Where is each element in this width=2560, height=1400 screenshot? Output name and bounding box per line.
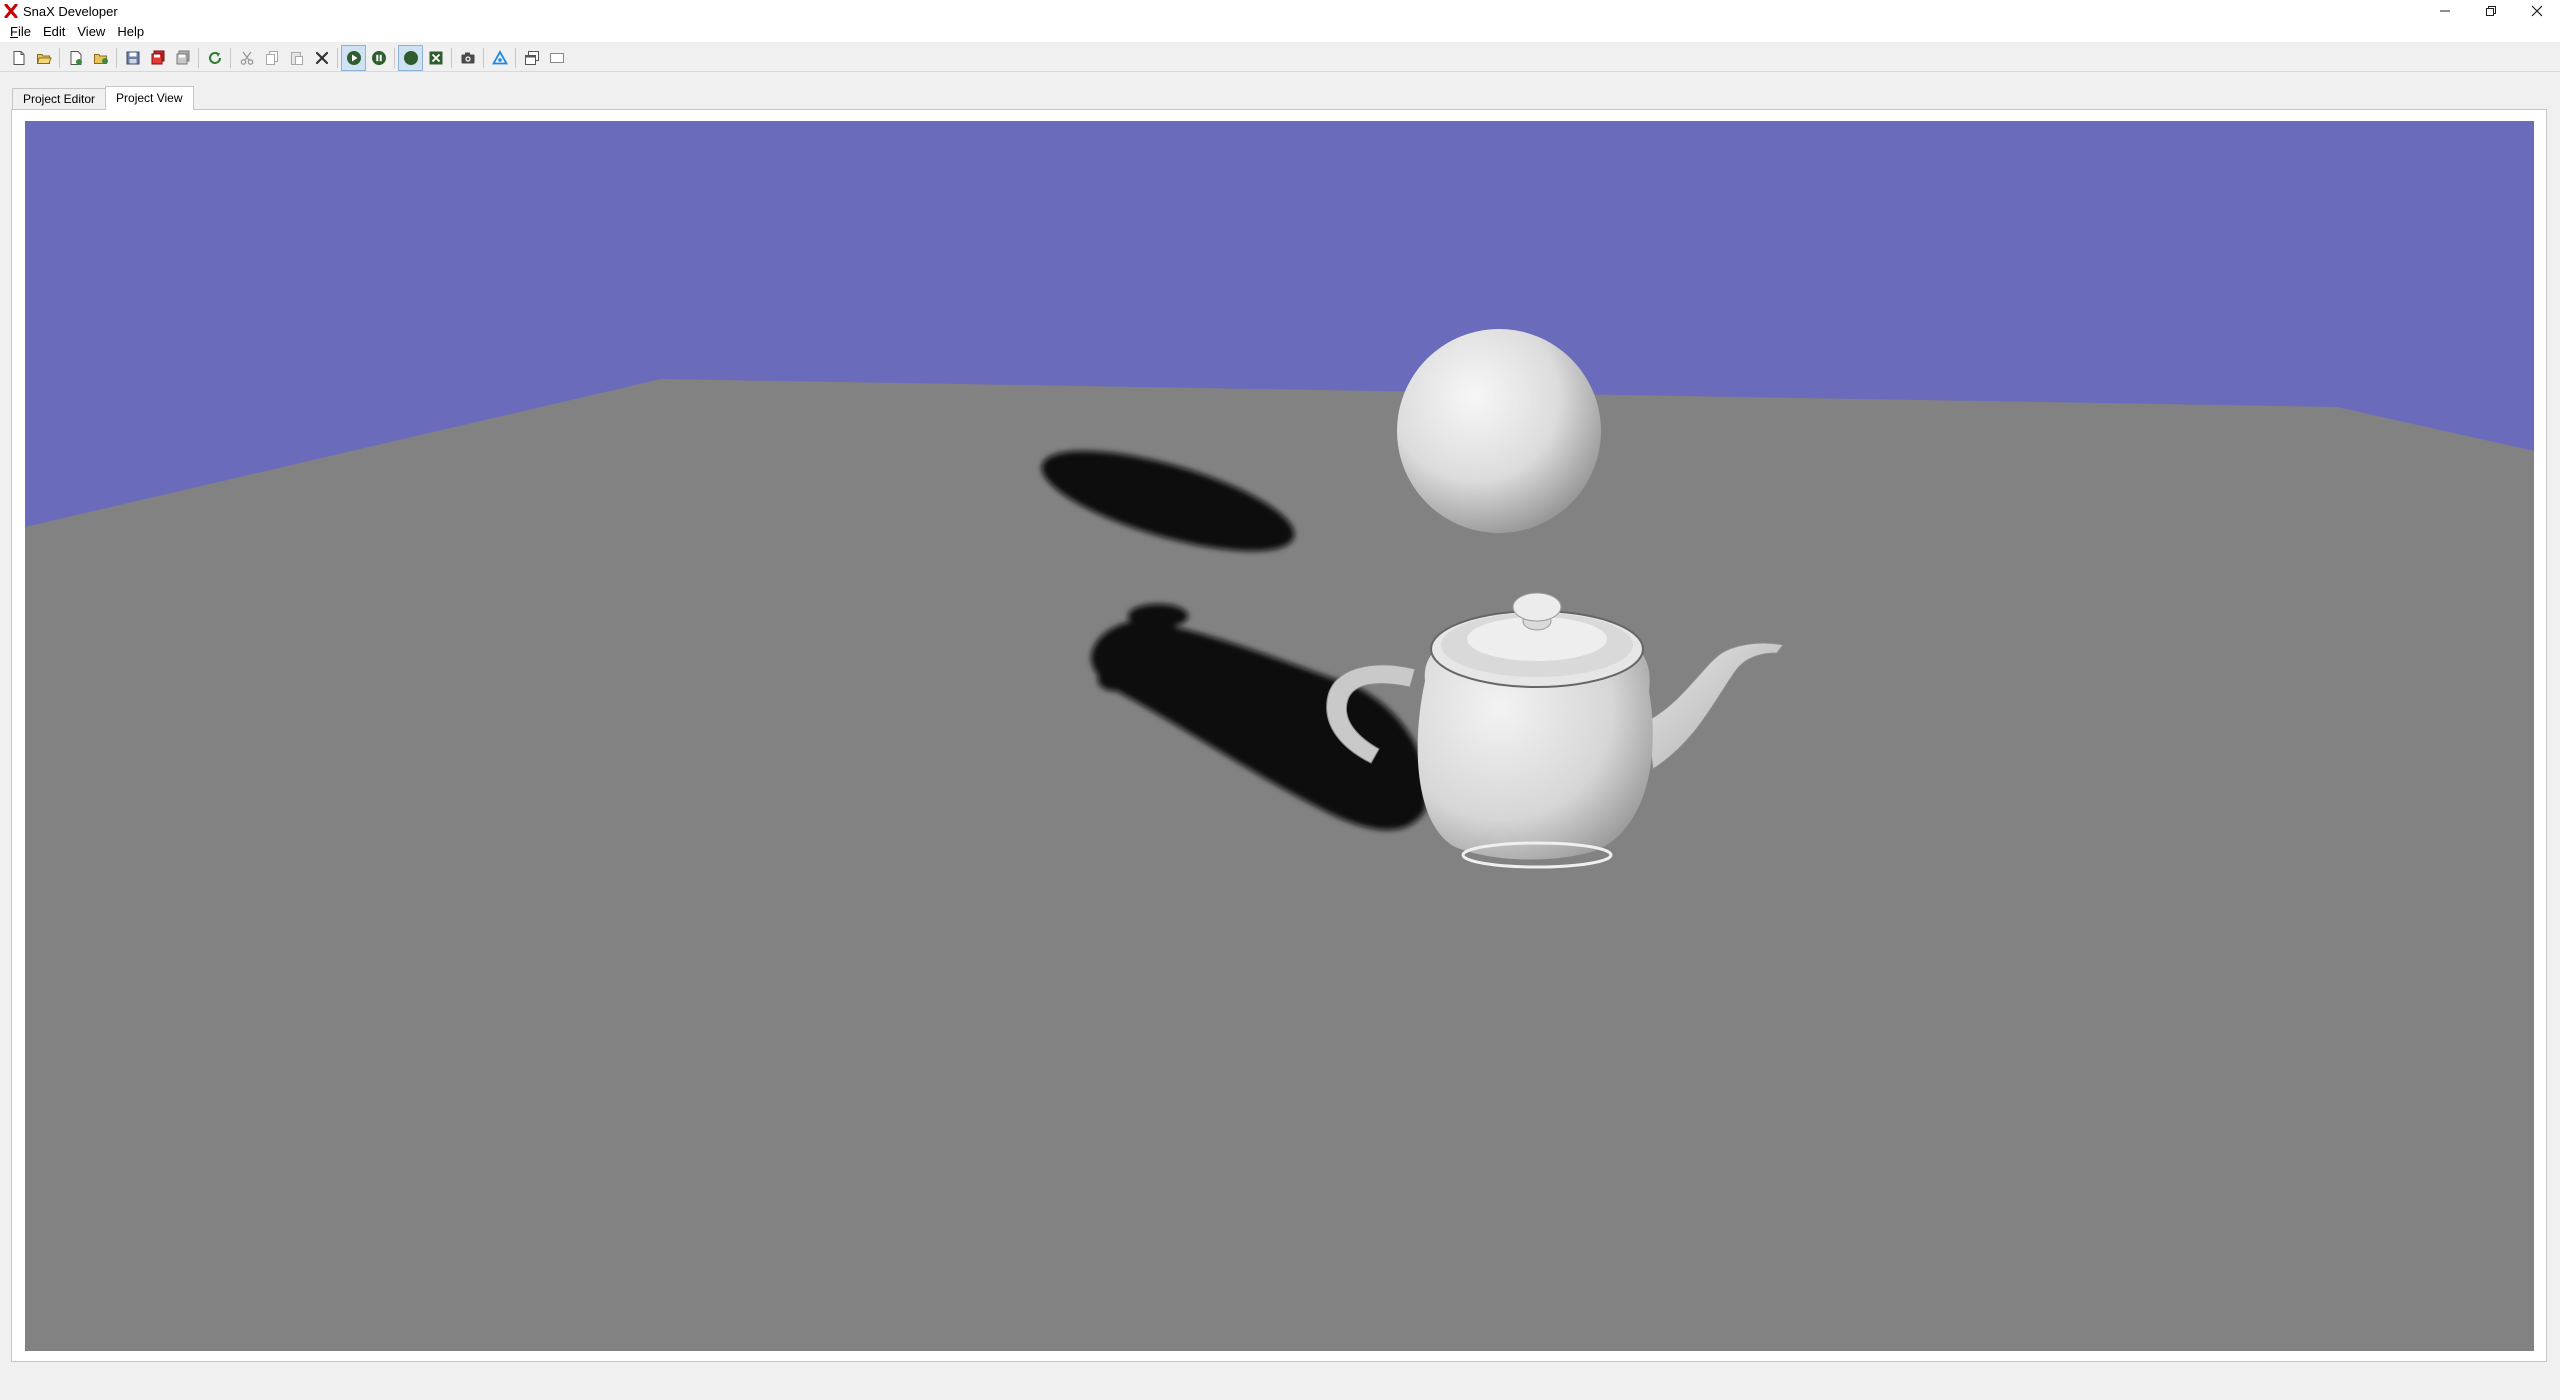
open-project-icon: [93, 53, 108, 64]
fullscreen-icon: [549, 52, 564, 63]
toolbar-separator: [394, 47, 395, 68]
app-logo-icon: [0, 0, 22, 22]
delete-button[interactable]: [309, 45, 334, 71]
tab-project-view[interactable]: Project View: [105, 86, 194, 110]
menu-edit-label: Edit: [42, 24, 66, 39]
sphere: [1397, 329, 1601, 533]
play-button[interactable]: [341, 44, 366, 71]
pause-button[interactable]: [366, 45, 391, 71]
cut-icon: [240, 51, 253, 65]
save-all-button[interactable]: [145, 45, 170, 71]
toolbar-separator: [198, 47, 199, 68]
menu-help[interactable]: Help: [111, 22, 150, 42]
paste-button[interactable]: [284, 45, 309, 71]
new-project-button[interactable]: [63, 45, 88, 71]
save-copy-button[interactable]: [170, 45, 195, 71]
new-project-icon: [70, 50, 82, 65]
window-title: SnaX Developer: [23, 3, 118, 19]
project-view-panel: [11, 109, 2547, 1362]
restore-button[interactable]: [2468, 0, 2514, 22]
camera-button[interactable]: [455, 45, 480, 71]
open-folder-button[interactable]: [31, 45, 56, 71]
minimize-button[interactable]: [2422, 0, 2468, 22]
shader-button[interactable]: [487, 45, 512, 71]
close-icon: [2531, 5, 2543, 17]
menu-view-label: View: [77, 24, 106, 39]
open-folder-icon: [36, 53, 52, 64]
toolbar-separator: [59, 47, 60, 68]
toolbar-separator: [116, 47, 117, 68]
cut-button[interactable]: [234, 45, 259, 71]
record-icon: [403, 50, 418, 65]
scene-render: [25, 121, 2534, 1351]
play-icon: [346, 50, 361, 65]
fullscreen-button[interactable]: [544, 45, 569, 71]
tab-bar: Project Editor Project View: [12, 86, 194, 110]
window-controls: [2422, 0, 2560, 22]
menu-view[interactable]: View: [71, 22, 111, 42]
render-viewport[interactable]: [25, 121, 2534, 1351]
toolbar-separator: [515, 47, 516, 68]
save-copy-icon: [176, 50, 189, 64]
refresh-button[interactable]: [202, 45, 227, 71]
new-file-icon: [13, 50, 24, 65]
save-all-icon: [151, 50, 164, 64]
toolbar: [0, 44, 2560, 72]
shader-icon: [491, 49, 508, 64]
toolbar-separator: [451, 47, 452, 68]
menu-file-accelerator: F: [10, 24, 18, 39]
pause-icon: [371, 50, 386, 65]
close-button[interactable]: [2514, 0, 2560, 22]
window-button[interactable]: [519, 45, 544, 71]
menu-edit[interactable]: Edit: [37, 22, 71, 42]
record-button[interactable]: [398, 44, 423, 71]
menu-bar: File Edit View Help: [0, 22, 2560, 42]
window-icon: [524, 50, 539, 65]
delete-icon: [315, 51, 328, 64]
status-bar: [0, 1372, 2560, 1400]
restore-icon: [2486, 6, 2496, 16]
new-file-button[interactable]: [6, 45, 31, 71]
minimize-icon: [2440, 10, 2450, 12]
menu-file[interactable]: File: [4, 22, 37, 42]
title-bar: SnaX Developer: [0, 0, 2560, 22]
save-button[interactable]: [120, 45, 145, 71]
excel-button[interactable]: [423, 45, 448, 71]
open-project-button[interactable]: [88, 45, 113, 71]
toolbar-separator: [337, 47, 338, 68]
copy-button[interactable]: [259, 45, 284, 71]
refresh-icon: [208, 51, 221, 64]
save-icon: [126, 51, 139, 64]
menu-help-label: Help: [117, 24, 145, 39]
tab-project-editor[interactable]: Project Editor: [12, 88, 107, 110]
camera-icon: [461, 52, 474, 63]
excel-icon: [429, 51, 442, 64]
toolbar-separator: [230, 47, 231, 68]
menu-file-label: ile: [17, 24, 31, 39]
copy-icon: [265, 50, 278, 65]
paste-icon: [290, 51, 303, 65]
toolbar-separator: [483, 47, 484, 68]
